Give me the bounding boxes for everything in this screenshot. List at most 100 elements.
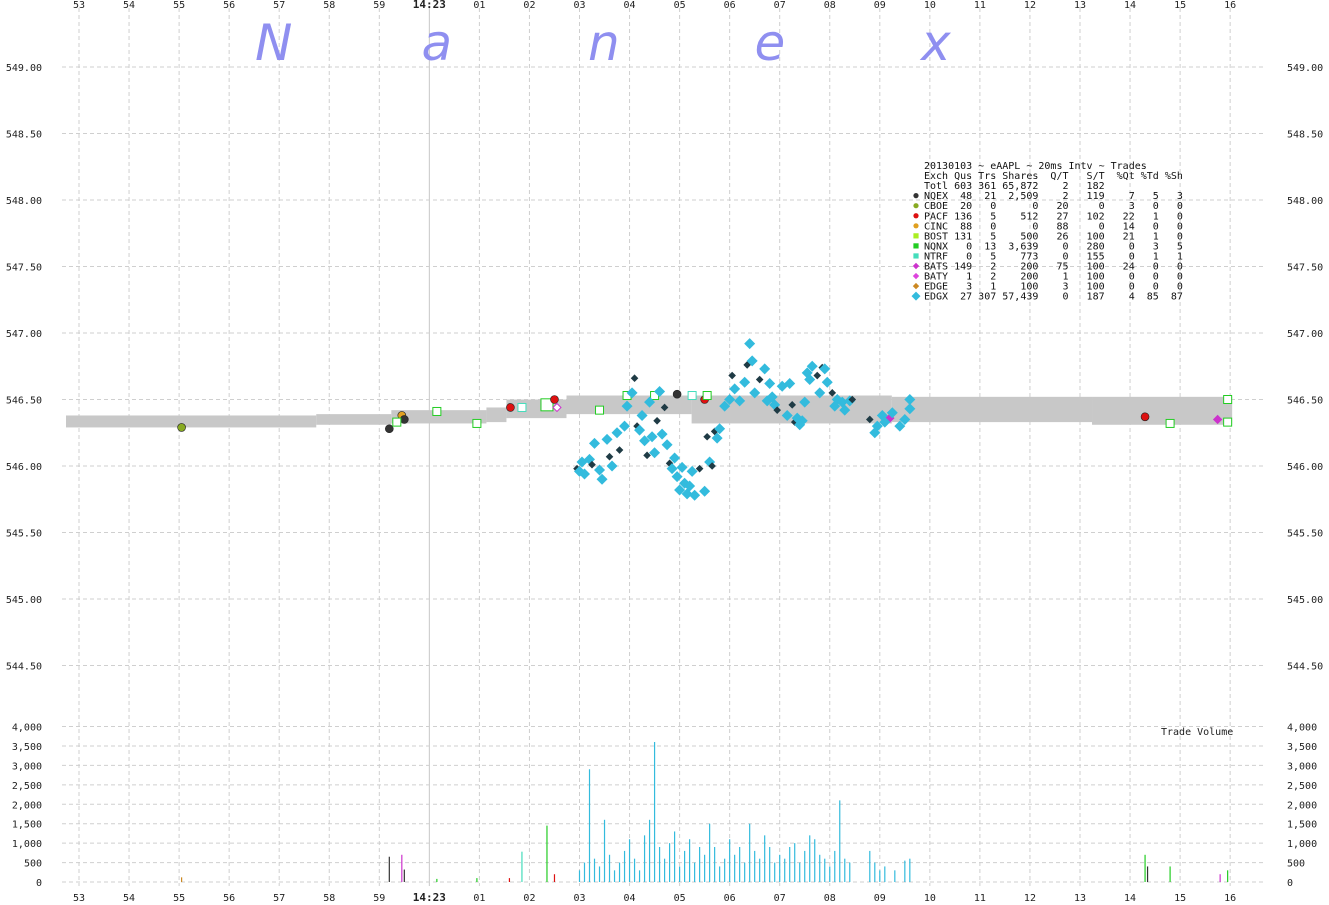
- x-tick-label: 04: [624, 0, 636, 11]
- axis-labels: 535354545555565657575858595914:2314:2301…: [6, 0, 1323, 904]
- x-tick-label: 53: [73, 893, 85, 904]
- x-tick-label: 01: [473, 0, 485, 11]
- x-tick-label: 09: [874, 893, 886, 904]
- watermark-letter: N: [255, 14, 292, 72]
- volume-tick-label-right: 500: [1287, 859, 1305, 870]
- quote-marker: [392, 417, 402, 427]
- trade-marker: [744, 338, 756, 350]
- x-tick-label: 09: [874, 0, 886, 11]
- volume-tick-label-left: 3,500: [12, 742, 42, 753]
- x-tick-label: 12: [1024, 0, 1036, 11]
- quote-band-segment: [316, 414, 392, 425]
- watermark-letter: n: [588, 14, 620, 72]
- volume-tick-label-right: 0: [1287, 878, 1293, 889]
- x-tick-label: 01: [473, 893, 485, 904]
- volume-tick-label-left: 2,500: [12, 781, 42, 792]
- quote-marker: [432, 406, 442, 416]
- x-tick-label: 58: [323, 893, 335, 904]
- x-tick-label: 14:23: [413, 0, 446, 11]
- volume-tick-label-left: 0: [36, 878, 42, 889]
- legend-marker: [912, 262, 920, 270]
- price-tick-label-right: 545.50: [1287, 529, 1323, 540]
- quote-marker: [400, 415, 409, 424]
- trade-marker: [729, 383, 741, 395]
- x-tick-label: 03: [573, 0, 585, 11]
- trade-marker: [630, 374, 639, 383]
- x-tick-label: 57: [273, 0, 285, 11]
- quote-marker: [550, 395, 559, 404]
- legend-marker: [913, 253, 919, 259]
- legend-marker: [912, 272, 920, 280]
- quote-marker: [517, 402, 527, 412]
- volume-axis-title: Trade Volume: [1161, 727, 1233, 738]
- trade-marker: [619, 420, 631, 432]
- trade-marker: [759, 363, 771, 375]
- volume-tick-label-left: 1,500: [12, 820, 42, 831]
- trade-marker: [821, 376, 833, 388]
- x-tick-label: 57: [273, 893, 285, 904]
- price-tick-label-right: 547.50: [1287, 263, 1323, 274]
- price-tick-label-right: 549.00: [1287, 63, 1323, 74]
- price-tick-label-left: 545.00: [6, 595, 42, 606]
- trade-marker: [739, 376, 751, 388]
- legend-marker: [911, 291, 921, 301]
- quote-band-segment: [1092, 396, 1233, 425]
- quote-marker: [1165, 418, 1175, 428]
- x-tick-label: 13: [1074, 893, 1086, 904]
- price-tick-label-right: 546.50: [1287, 396, 1323, 407]
- x-tick-label: 59: [373, 0, 385, 11]
- x-tick-label: 08: [824, 893, 836, 904]
- price-tick-label-left: 545.50: [6, 529, 42, 540]
- trade-marker: [649, 447, 661, 459]
- x-tick-label: 56: [223, 0, 235, 11]
- trade-marker: [764, 378, 776, 390]
- trade-marker: [611, 427, 623, 439]
- legend-row: EDGX 27 307 57,439 0 187 4 85 87: [924, 292, 1183, 303]
- watermark-letter: e: [755, 14, 786, 72]
- x-tick-label: 56: [223, 893, 235, 904]
- trade-marker: [819, 363, 831, 375]
- quote-band-segment: [691, 395, 892, 424]
- trade-marker: [601, 433, 613, 445]
- volume-tick-label-right: 2,500: [1287, 781, 1317, 792]
- x-tick-label: 02: [523, 0, 535, 11]
- legend-marker: [912, 282, 920, 290]
- trade-marker: [605, 452, 614, 461]
- quote-marker: [472, 418, 482, 428]
- x-tick-label: 58: [323, 0, 335, 11]
- volume-tick-label-right: 3,000: [1287, 761, 1317, 772]
- volume-tick-label-right: 1,000: [1287, 839, 1317, 850]
- x-tick-label: 13: [1074, 0, 1086, 11]
- x-tick-label: 16: [1224, 893, 1236, 904]
- quote-band-segment: [486, 407, 507, 423]
- price-tick-label-left: 546.00: [6, 462, 42, 473]
- x-tick-label: 10: [924, 0, 936, 11]
- price-tick-label-right: 547.00: [1287, 329, 1323, 340]
- x-tick-label: 14:23: [413, 891, 446, 904]
- nanex-chart: Nanex 535354545555565657575858595914:231…: [6, 0, 1323, 904]
- x-tick-label: 05: [674, 893, 686, 904]
- x-tick-label: 07: [774, 893, 786, 904]
- trade-marker: [689, 489, 701, 501]
- trade-marker: [676, 461, 688, 473]
- legend-marker: [913, 223, 919, 229]
- legend-marker: [913, 233, 919, 239]
- quote-marker: [1223, 417, 1233, 427]
- legend-marker: [913, 243, 919, 249]
- x-tick-label: 54: [123, 893, 135, 904]
- legend-marker: [913, 203, 919, 209]
- x-tick-label: 14: [1124, 893, 1136, 904]
- x-tick-label: 12: [1024, 893, 1036, 904]
- trade-marker: [596, 473, 608, 485]
- x-tick-label: 02: [523, 893, 535, 904]
- x-tick-label: 06: [724, 893, 736, 904]
- price-tick-label-right: 546.00: [1287, 462, 1323, 473]
- x-tick-label: 05: [674, 0, 686, 11]
- trade-marker: [615, 446, 624, 454]
- watermark-letter: a: [422, 14, 453, 72]
- quote-marker: [672, 389, 682, 399]
- x-tick-label: 07: [774, 0, 786, 11]
- legend: 20130103 ~ eAAPL ~ 20ms Intv ~ TradesExc…: [911, 161, 1183, 303]
- x-tick-label: 06: [724, 0, 736, 11]
- price-tick-label-left: 546.50: [6, 396, 42, 407]
